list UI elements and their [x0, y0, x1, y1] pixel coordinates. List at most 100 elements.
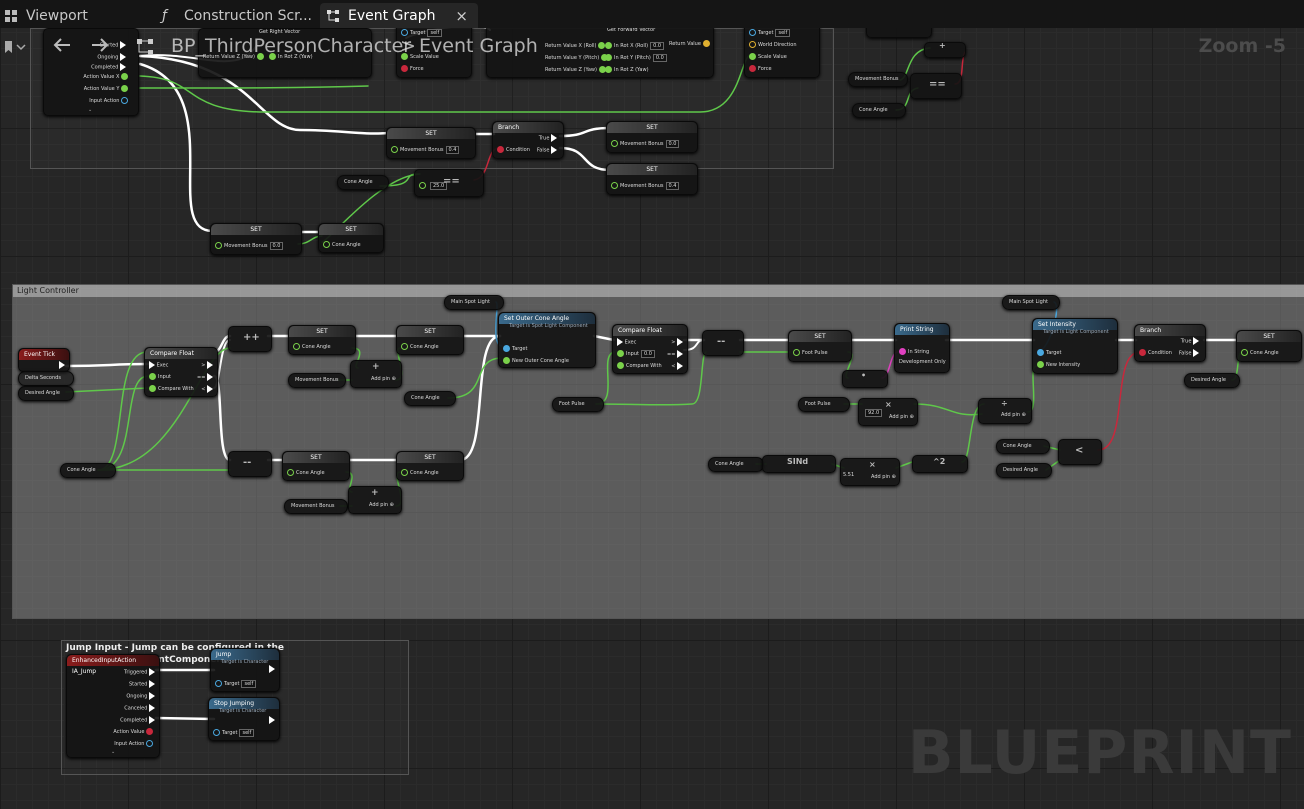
pin-cf2-input[interactable]: Input 0.0 [617, 350, 655, 358]
pin-fwd-in-yaw[interactable]: In Rot Z (Yaw) [605, 66, 649, 73]
pin-jump-completed[interactable]: Completed [120, 716, 155, 724]
compare-float-node-1[interactable]: Compare Float Exec > Input == Compare Wi… [144, 347, 218, 397]
pin-action-value-x[interactable]: Action Value X [83, 73, 130, 80]
pin-foot-pulse[interactable]: Foot Pulse [793, 349, 828, 356]
foot-pulse-getter-1[interactable]: Foot Pulse [552, 397, 604, 412]
pin-cone-angle-lc-2[interactable]: Cone Angle [401, 343, 439, 350]
pin-jump-action-value[interactable]: Action Value [113, 728, 155, 735]
cone-angle-getter-lc-4[interactable]: Cone Angle [996, 439, 1050, 454]
pin-jump-canceled[interactable]: Canceled [124, 704, 155, 712]
movement-bonus-getter-lc-2[interactable]: Movement Bonus [284, 499, 348, 514]
tab-event-graph[interactable]: Event Graph × [320, 3, 478, 28]
close-tab-icon[interactable]: × [455, 7, 468, 25]
divide-node[interactable]: ÷ Add pin ⊕ [978, 398, 1032, 424]
cone-angle-getter-1[interactable]: Cone Angle [337, 175, 389, 190]
branch-node-top[interactable]: Branch True Condition False [492, 121, 564, 159]
add-pin-mult-2[interactable]: Add pin ⊕ [871, 474, 896, 480]
set-outer-cone-angle-node[interactable]: Set Outer Cone Angle Target is Spot Ligh… [498, 312, 596, 368]
set-intensity-node[interactable]: Set Intensity Target is Light Component … [1032, 318, 1118, 374]
set-cone-angle-lc-3[interactable]: SET Cone Angle [282, 451, 350, 481]
pin-cf-compare-with[interactable]: Compare With [149, 385, 194, 392]
pin-92[interactable]: 92.0 [863, 409, 883, 417]
multiply-node-2[interactable]: × 5.51 Add pin ⊕ [840, 458, 900, 486]
event-tick-node[interactable]: Event Tick [18, 348, 70, 372]
cone-angle-getter-lc[interactable]: Cone Angle [60, 463, 116, 478]
pin-movement-bonus-2[interactable]: Movement Bonus 0.0 [611, 140, 680, 148]
pin-cf-lt[interactable]: < [201, 385, 213, 393]
desired-angle-getter-3[interactable]: Desired Angle [1184, 373, 1240, 388]
pin-input-action[interactable]: Input Action [89, 97, 130, 104]
branch-node-lc[interactable]: Branch True Condition False [1134, 324, 1206, 362]
pin-force[interactable]: Force [401, 65, 424, 72]
less-than-node[interactable]: < [1058, 439, 1102, 465]
set-movement-bonus-node-2[interactable]: SET Movement Bonus 0.0 [606, 121, 698, 153]
stop-jumping-node[interactable]: Stop Jumping Target is Character Target s… [208, 697, 280, 741]
set-cone-angle-lc-5[interactable]: SET Cone Angle [1236, 330, 1302, 362]
jump-expand-chevron-icon[interactable]: ⌄ [111, 749, 115, 755]
pin-jump-ongoing[interactable]: Ongoing [126, 692, 155, 700]
power-2-node[interactable]: ^2 [912, 455, 968, 473]
pin-jump-target[interactable]: Target self [215, 680, 257, 688]
main-spot-light-getter-1[interactable]: Main Spot Light [444, 295, 504, 310]
add-pin-lc-1[interactable]: Add pin ⊕ [371, 376, 396, 382]
decrement-node-2[interactable]: -- [702, 330, 744, 356]
add-pin-lc-2[interactable]: Add pin ⊕ [369, 502, 394, 508]
pin-cf2-compare-with[interactable]: Compare With [617, 362, 662, 369]
decrement-node[interactable]: -- [228, 451, 272, 477]
multiply-node-1[interactable]: × 92.0 Add pin ⊕ [858, 398, 918, 426]
set-cone-angle-lc-4[interactable]: SET Cone Angle [396, 451, 464, 481]
pin-lc-false[interactable]: False [1179, 349, 1199, 357]
cone-angle-getter-lc-3[interactable]: Cone Angle [708, 457, 764, 472]
pin-cf-gt[interactable]: > [201, 361, 213, 369]
equal-node-cone-25[interactable]: 25.0 == [414, 169, 484, 197]
tab-viewport[interactable]: Viewport [4, 3, 88, 28]
pin-new-outer-cone[interactable]: New Outer Cone Angle [503, 357, 569, 364]
bookmark-icon[interactable] [4, 39, 26, 58]
pin-force-2[interactable]: Force [749, 65, 772, 72]
pin-jump-input-action[interactable]: Input Action [114, 740, 155, 747]
pin-cf2-lt[interactable]: < [671, 362, 683, 370]
print-string-node[interactable]: Print String In String Development Only [894, 323, 950, 373]
cone-angle-getter-lc-2[interactable]: Cone Angle [404, 391, 456, 406]
add-pin-div[interactable]: Add pin ⊕ [1001, 412, 1026, 418]
pin-fwd-return-yaw[interactable]: Return Value Z (Yaw) [545, 66, 608, 73]
pin-cone-angle-lc-5[interactable]: Cone Angle [1241, 349, 1279, 356]
back-arrow-icon[interactable] [52, 37, 72, 57]
pin-movement-bonus-4[interactable]: Movement Bonus 0.0 [215, 242, 284, 250]
pin-action-value-y[interactable]: Action Value Y [84, 85, 130, 92]
expand-chevron-icon[interactable]: ⌄ [88, 107, 92, 113]
pin-movement-bonus-3[interactable]: Movement Bonus 0.4 [611, 182, 680, 190]
breadcrumb-graph[interactable]: Event Graph [419, 35, 538, 57]
forward-arrow-icon[interactable] [90, 37, 110, 57]
pin-lc-true[interactable]: True [1181, 337, 1199, 345]
pin-cf-eq[interactable]: == [197, 373, 213, 381]
set-cone-angle-lc-2[interactable]: SET Cone Angle [396, 325, 464, 355]
set-movement-bonus-node-4[interactable]: SET Movement Bonus 0.0 [210, 223, 302, 255]
desired-angle-getter-1[interactable]: Desired Angle [18, 386, 74, 401]
equal-node-top-right[interactable]: == [910, 73, 962, 99]
add-node-lc-2[interactable]: + Add pin ⊕ [348, 486, 402, 514]
enhanced-input-jump-node[interactable]: EnhancedInputAction IA_Jump Triggered St… [66, 654, 160, 758]
pin-cf2-eq[interactable]: == [667, 350, 683, 358]
pin-cone-angle-lc-1[interactable]: Cone Angle [293, 343, 331, 350]
pin-jump-started[interactable]: Started [129, 680, 155, 688]
breadcrumb-blueprint[interactable]: BP_ThirdPersonCharacter [171, 35, 411, 57]
pin-551[interactable]: 5.51 [843, 472, 854, 478]
jump-exec-out[interactable] [269, 665, 275, 673]
pin-cf-exec[interactable]: Exec [149, 361, 168, 369]
set-cone-angle-lc-1[interactable]: SET Cone Angle [288, 325, 356, 355]
movement-bonus-getter-top[interactable]: Movement Bonus [848, 72, 908, 87]
pin-intensity-target[interactable]: Target [1037, 349, 1061, 356]
set-foot-pulse-node[interactable]: SET Foot Pulse [788, 330, 852, 362]
pin-true[interactable]: True [539, 134, 557, 142]
pin-false[interactable]: False [537, 146, 557, 154]
pin-in-string[interactable]: In String [899, 348, 929, 355]
desired-angle-getter-2[interactable]: Desired Angle [996, 463, 1052, 478]
pin-cone-angle-lc-4[interactable]: Cone Angle [401, 469, 439, 476]
pin-stop-jumping-target[interactable]: Target self [213, 729, 255, 737]
pin-outer-target[interactable]: Target [503, 345, 527, 352]
pin-new-intensity[interactable]: New Intensity [1037, 361, 1080, 368]
add-pin-mult-1[interactable]: Add pin ⊕ [889, 414, 914, 420]
pin-cone-angle-set[interactable]: Cone Angle [323, 241, 361, 248]
pin-cf2-gt[interactable]: > [671, 338, 683, 346]
